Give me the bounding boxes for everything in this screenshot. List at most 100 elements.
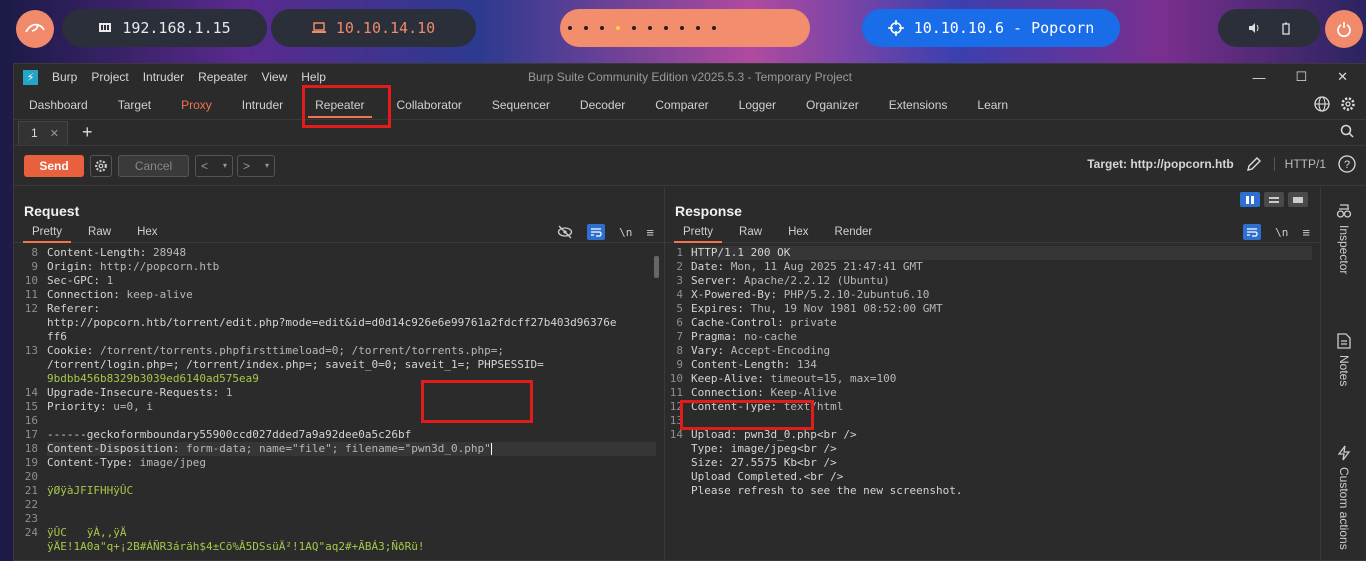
menu-intruder[interactable]: Intruder [143,70,184,84]
code-value-green: ÿØÿàJFIFHHÿÛC [47,484,134,497]
workspace-dot[interactable] [648,26,652,30]
tab-dashboard[interactable]: Dashboard [14,90,103,120]
workspace-dot[interactable] [632,26,636,30]
target-pill[interactable]: 10.10.10.6 - Popcorn [862,9,1120,47]
workspace-dot[interactable] [584,26,588,30]
line-number: 3 [676,274,683,287]
tab-organizer[interactable]: Organizer [791,90,874,120]
tab-logger[interactable]: Logger [724,90,791,120]
code-line: Content-Length: 28948 [47,246,656,260]
code-line [47,470,656,484]
header-value: timeout=15, max=100 [770,372,897,385]
power-button[interactable] [1325,10,1363,48]
history-back-button[interactable]: < ▾ [195,154,233,177]
response-code[interactable]: HTTP/1.1 200 OK Date: Mon, 11 Aug 2025 21… [691,246,1312,498]
workspace-dot[interactable] [600,26,604,30]
search-tabs[interactable] [1340,124,1354,141]
send-options-button[interactable] [90,154,112,177]
workspace-dot[interactable] [664,26,668,30]
menu-help[interactable]: Help [301,70,326,84]
code-line: Server: Apache/2.2.12 (Ubuntu) [691,274,1312,288]
workspace-switcher[interactable] [560,9,810,47]
globe-icon[interactable] [1314,96,1330,112]
menu-repeater[interactable]: Repeater [198,70,247,84]
http-version-toggle[interactable]: HTTP/1 [1273,157,1326,171]
vpn-ip-pill[interactable]: 10.10.14.10 [271,9,476,47]
layout-stacked-button[interactable] [1264,192,1284,207]
menu-project[interactable]: Project [91,70,128,84]
tab-comparer[interactable]: Comparer [640,90,723,120]
tab-bar-actions [1314,96,1356,112]
header-name: Sec-GPC [47,274,94,287]
tab-extensions[interactable]: Extensions [874,90,963,120]
notes-label: Notes [1337,355,1351,387]
tab-collaborator[interactable]: Collaborator [382,90,477,120]
tab-proxy[interactable]: Proxy [166,90,227,120]
inspector-panel-toggle[interactable]: Inspector [1321,203,1366,274]
tab-sequencer[interactable]: Sequencer [477,90,565,120]
cancel-button[interactable]: Cancel [118,154,189,177]
line-number [665,470,683,484]
request-tab-hex[interactable]: Hex [124,221,170,243]
notes-panel-toggle[interactable]: Notes [1321,333,1366,386]
search-icon[interactable] [1340,124,1354,138]
rows-icon [1269,196,1279,203]
send-button[interactable]: Send [24,154,84,177]
columns-icon [1246,195,1254,204]
request-scrollbar[interactable] [654,256,659,278]
hamburger-menu-icon[interactable]: ≡ [1302,225,1310,240]
tab-learn[interactable]: Learn [962,90,1023,120]
battery-icon[interactable] [1282,22,1290,35]
response-tab-raw[interactable]: Raw [726,221,775,243]
newline-toggle-icon[interactable]: \n [619,226,632,239]
edit-pencil-icon[interactable] [1246,156,1262,172]
close-tab-icon[interactable]: ✕ [50,127,59,140]
system-tray[interactable] [1218,9,1320,47]
request-tab-pretty[interactable]: Pretty [19,221,75,243]
tab-target[interactable]: Target [103,90,166,120]
code-line: ÿØÿàJFIFHHÿÛC [47,484,656,498]
header-value: 1 [225,386,233,399]
workspace-dot-active[interactable] [616,26,620,30]
hide-eye-icon[interactable] [557,225,573,239]
close-icon[interactable]: ✕ [1337,69,1348,85]
workspace-dot[interactable] [712,26,716,30]
tab-intruder[interactable]: Intruder [227,90,298,120]
custom-actions-panel-toggle[interactable]: Custom actions [1321,445,1366,550]
repeater-tab-1[interactable]: 1 ✕ [18,120,68,145]
local-ip-pill[interactable]: 192.168.1.15 [62,9,267,47]
code-text: Size: 27.5575 Kb<br /> [691,456,837,469]
header-value: image/jpeg [139,456,206,469]
menu-view[interactable]: View [261,70,287,84]
kali-menu-button[interactable] [16,10,54,48]
maximize-icon[interactable]: ☐ [1295,69,1307,85]
tab-repeater[interactable]: Repeater [298,90,381,120]
layout-side-by-side-button[interactable] [1240,192,1260,207]
request-tab-raw[interactable]: Raw [75,221,124,243]
response-tab-pretty[interactable]: Pretty [670,221,726,243]
word-wrap-toggle[interactable] [587,224,606,240]
request-code[interactable]: Content-Length: 28948 Origin: http://popc… [47,246,656,554]
response-tab-render[interactable]: Render [822,221,886,243]
line-number [665,442,683,456]
history-forward-button[interactable]: > ▾ [237,154,275,177]
header-separator: : [717,344,731,357]
word-wrap-toggle[interactable] [1243,224,1262,240]
add-tab-icon[interactable]: + [82,122,93,143]
layout-tabs-button[interactable] [1288,192,1308,207]
tab-decoder[interactable]: Decoder [565,90,640,120]
request-editor[interactable]: 8 9 10 11 12 13 14 15 16 17 18 19 20 21 22 23 24 Conte… [14,244,664,561]
menu-burp[interactable]: Burp [52,70,77,84]
response-tab-hex[interactable]: Hex [775,221,821,243]
response-editor[interactable]: 1 2 3 4 5 6 7 8 9 10 11 12 13 14 HTTP/1.1 200 OK Date:… [665,244,1320,561]
workspace-dot[interactable] [696,26,700,30]
help-icon[interactable]: ? [1338,155,1356,173]
minimize-icon[interactable]: — [1252,70,1265,85]
header-name: Priority [47,400,100,413]
workspace-dot[interactable] [680,26,684,30]
workspace-dot[interactable] [568,26,572,30]
hamburger-menu-icon[interactable]: ≡ [646,225,654,240]
newline-toggle-icon[interactable]: \n [1275,226,1288,239]
volume-icon[interactable] [1248,22,1260,34]
settings-gear-icon[interactable] [1340,96,1356,112]
